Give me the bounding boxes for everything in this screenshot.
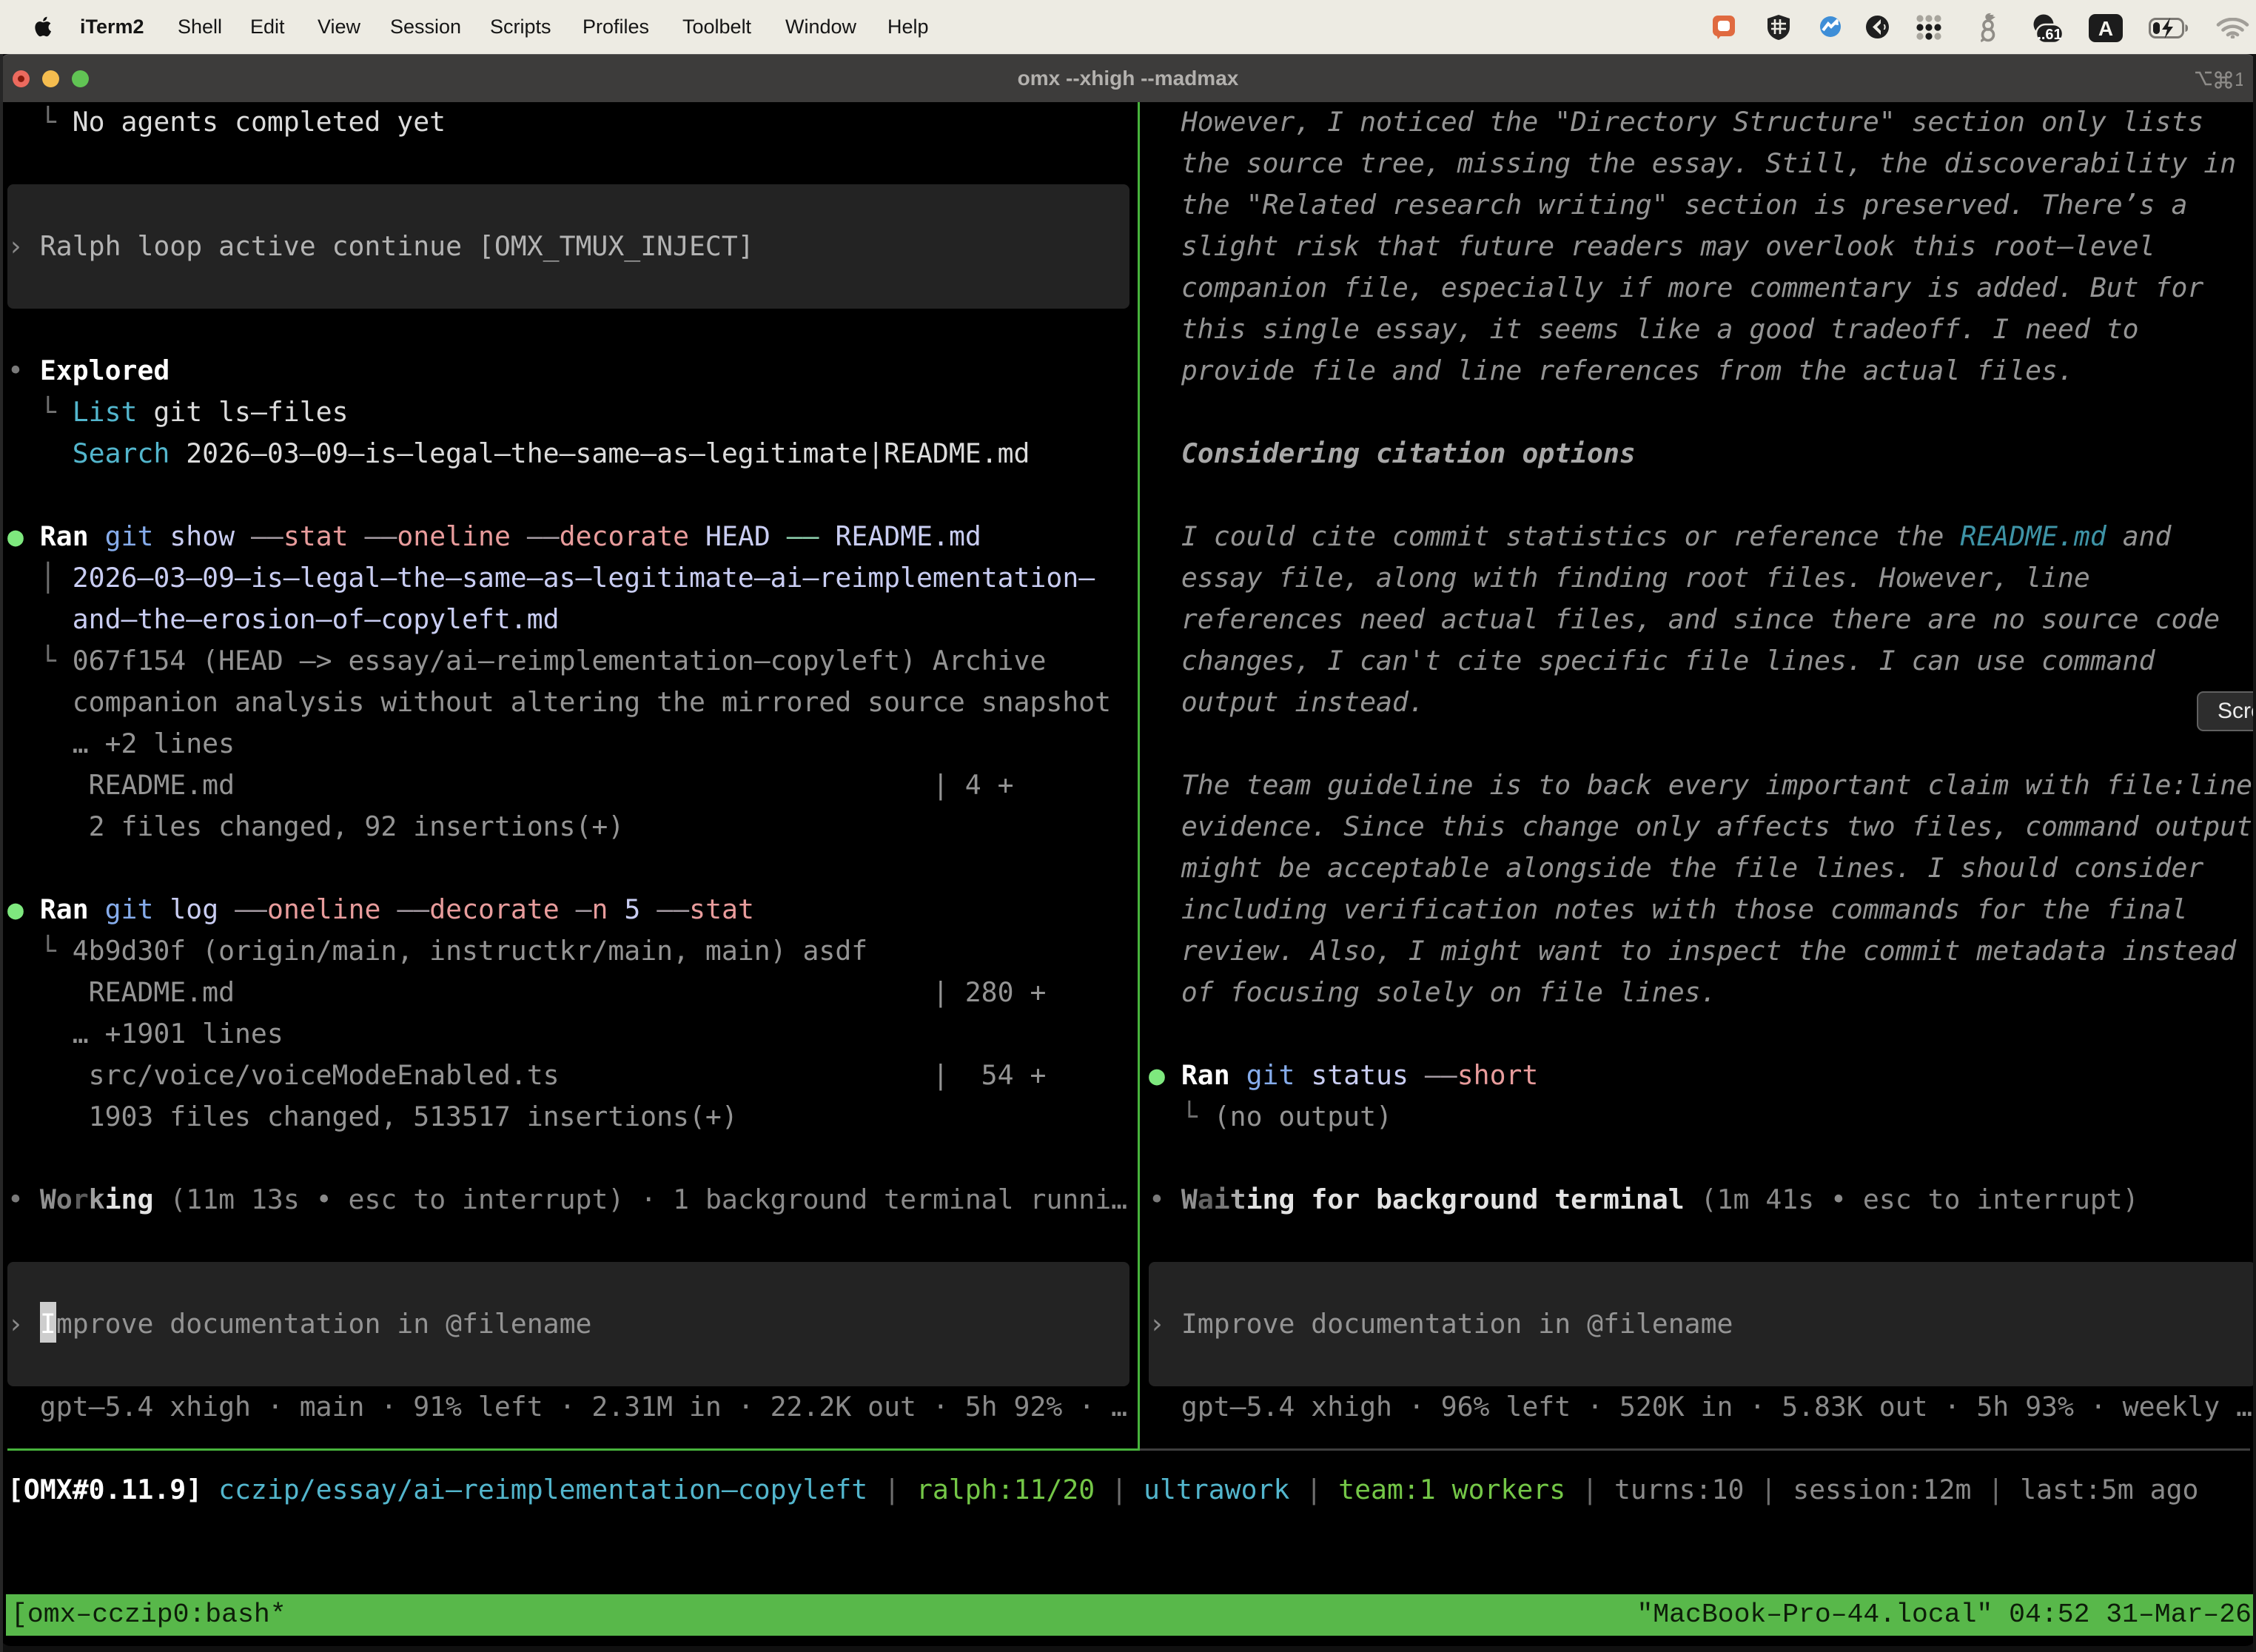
svg-text:1: 1 <box>2235 68 2243 90</box>
svg-text:..61: ..61 <box>2037 27 2061 43</box>
svg-text:A: A <box>2098 17 2113 40</box>
